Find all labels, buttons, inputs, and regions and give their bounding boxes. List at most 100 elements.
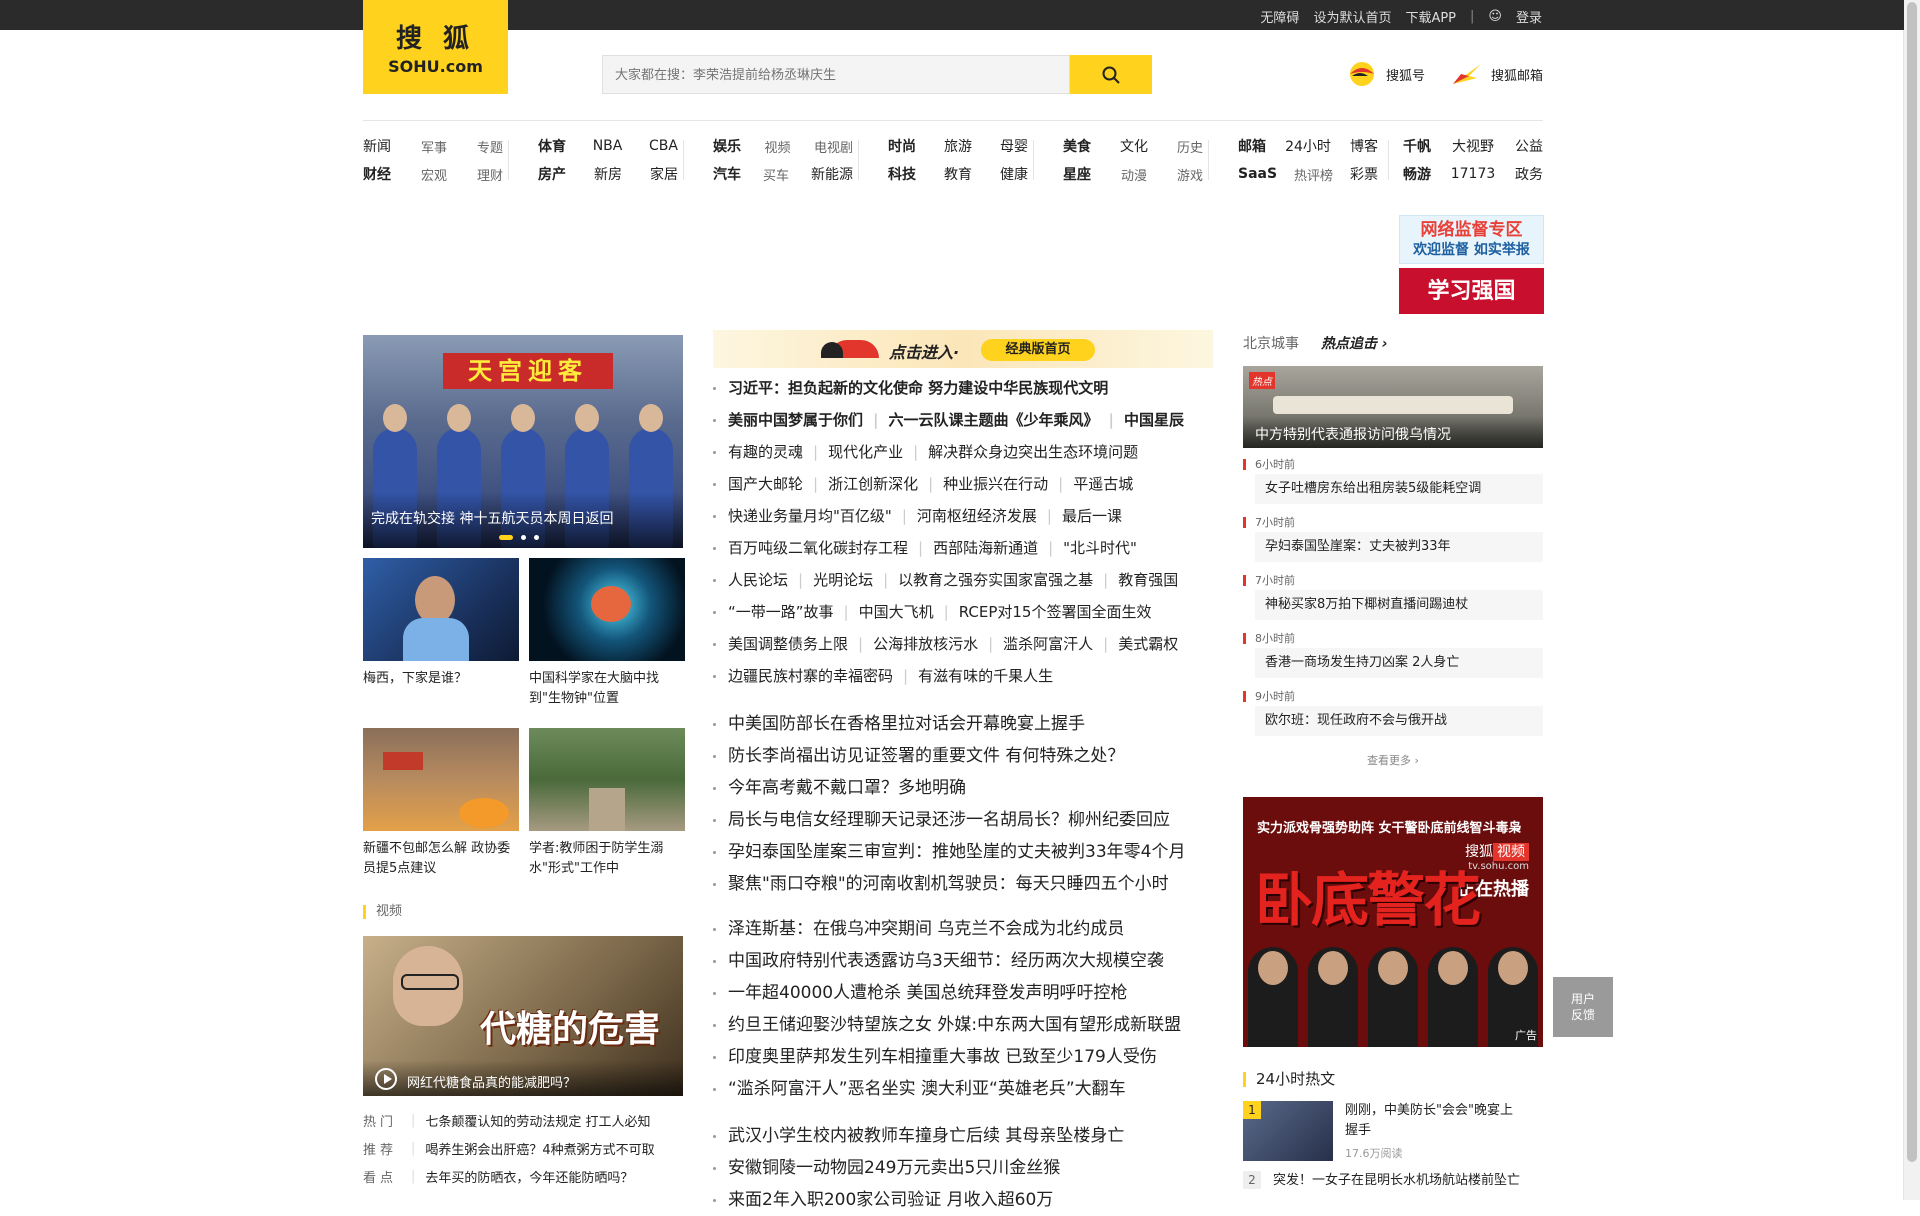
news-link[interactable]: 浙江创新深化 [828, 468, 918, 500]
news-link[interactable]: 中国星辰 [1124, 404, 1184, 436]
slider-dot[interactable] [499, 535, 513, 540]
nav-link[interactable]: 新闻 [363, 136, 391, 156]
nav-link[interactable]: 健康 [1000, 164, 1028, 184]
thumb-card[interactable]: 梅西，下家是谁？ [363, 558, 519, 689]
video-card[interactable]: 代糖的危害 网红代糖食品真的能减肥吗？ [363, 936, 683, 1096]
sohu-mail-link[interactable]: 搜狐邮箱 [1451, 60, 1543, 88]
nav-link[interactable]: 热评榜 [1294, 165, 1333, 184]
nav-link[interactable]: 军事 [421, 137, 447, 156]
user-feedback-button[interactable]: 用户 反馈 [1553, 977, 1613, 1037]
news-link[interactable]: 滥杀阿富汗人 [1003, 628, 1093, 660]
see-more-link[interactable]: 查看更多 › [1243, 752, 1543, 768]
sohu-logo[interactable]: 搜 狐 SOHU.com [363, 0, 508, 94]
slider-dots[interactable] [499, 535, 539, 540]
nav-link[interactable]: 新能源 [811, 164, 853, 184]
nav-link[interactable]: SaaS [1238, 166, 1277, 182]
thumb-card[interactable]: 中国科学家在大脑中找到"生物钟"位置 [529, 558, 685, 709]
news-link[interactable]: 有趣的灵魂 [728, 436, 803, 468]
news-link[interactable]: 防长李尚福出访见证签署的重要文件 有何特殊之处？ [728, 740, 1124, 772]
net-supervision-banner[interactable]: 网络监督专区 欢迎监督 如实举报 [1399, 215, 1544, 264]
classic-home-banner[interactable]: 点击进入· 经典版首页 [713, 330, 1213, 368]
timeline-item[interactable]: 7小时前 孕妇泰国坠崖案：丈夫被判33年 [1243, 514, 1543, 572]
news-link[interactable]: 美国调整债务上限 [728, 628, 848, 660]
download-app-link[interactable]: 下载APP [1405, 7, 1456, 26]
tv-drama-ad[interactable]: 实力派戏骨强势助阵 女干警卧底前线智斗毒枭 搜狐 视频 tv.sohu.com 正… [1243, 797, 1543, 1047]
nav-link[interactable]: 千帆 [1403, 136, 1431, 156]
nav-link[interactable]: 邮箱 [1238, 136, 1266, 156]
nav-link[interactable]: 宏观 [421, 165, 447, 184]
news-link[interactable]: 西部陆海新通道 [933, 532, 1038, 564]
nav-link[interactable]: NBA [593, 138, 623, 154]
news-link[interactable]: “滥杀阿富汗人”恶名坐实 澳大利亚“英雄老兵”大翻车 [728, 1073, 1126, 1105]
nav-link[interactable]: 家居 [650, 164, 678, 184]
nav-link[interactable]: 时尚 [888, 136, 916, 156]
news-link[interactable]: 国产大邮轮 [728, 468, 803, 500]
slider-dot[interactable] [534, 535, 539, 540]
news-link[interactable]: 今年高考戴不戴口罩？多地明确 [728, 772, 966, 804]
nav-link[interactable]: CBA [649, 138, 678, 154]
nav-link[interactable]: 美食 [1063, 136, 1091, 156]
news-link[interactable]: 河南枢纽经济发展 [917, 500, 1037, 532]
nav-link[interactable]: 历史 [1177, 137, 1203, 156]
news-link[interactable]: 光明论坛 [813, 564, 873, 596]
accessibility-link[interactable]: 无障碍 [1260, 7, 1299, 26]
news-link[interactable]: 印度奥里萨邦发生列车相撞重大事故 已致至少179人受伤 [728, 1041, 1157, 1073]
nav-link[interactable]: 体育 [538, 136, 566, 156]
page-scrollbar[interactable] [1903, 0, 1920, 1200]
news-link[interactable]: 习近平：担负起新的文化使命 努力建设中华民族现代文明 [728, 372, 1108, 404]
news-link[interactable]: 六一云队课主题曲《少年乘风》 [889, 404, 1099, 436]
news-link[interactable]: 泽连斯基：在俄乌冲突期间 乌克兰不会成为北约成员 [728, 913, 1124, 945]
hot24-item[interactable]: 2 突发！一女子在昆明长水机场航站楼前坠亡 [1243, 1171, 1543, 1191]
nav-link[interactable]: 财经 [363, 164, 391, 184]
news-link[interactable]: RCEP对15个签署国全面生效 [959, 596, 1152, 628]
focus-slider[interactable]: 天宫迎客 完成在轨交接 神十五航天员本周日返回 [363, 335, 683, 548]
nav-link[interactable]: 博客 [1350, 136, 1378, 156]
classic-home-button[interactable]: 经典版首页 [981, 339, 1095, 361]
news-link[interactable]: 美式霸权 [1118, 628, 1178, 660]
hot-link[interactable]: 喝养生粥会出肝癌？4种煮粥方式不可取 [425, 1139, 654, 1158]
timeline-item[interactable]: 8小时前 香港一商场发生持刀凶案 2人身亡 [1243, 630, 1543, 688]
thumb-card[interactable]: 新疆不包邮怎么解 政协委员提5点建议 [363, 728, 519, 879]
nav-link[interactable]: 24小时 [1285, 136, 1331, 156]
nav-link[interactable]: 政务 [1515, 164, 1543, 184]
nav-link[interactable]: 理财 [477, 165, 503, 184]
news-link[interactable]: 平遥古城 [1073, 468, 1133, 500]
news-link[interactable]: 解决群众身边突出生态环境问题 [928, 436, 1138, 468]
news-link[interactable]: 中国政府特别代表透露访乌3天细节：经历两次大规模空袭 [728, 945, 1164, 977]
news-link[interactable]: 安徽铜陵一动物园249万元卖出5只川金丝猴 [728, 1152, 1060, 1184]
news-link[interactable]: 边疆民族村寨的幸福密码 [728, 660, 893, 692]
scrollbar-thumb[interactable] [1907, 2, 1917, 1162]
news-link[interactable]: 中国大飞机 [859, 596, 934, 628]
nav-link[interactable]: 动漫 [1121, 165, 1147, 184]
nav-link[interactable]: 房产 [538, 164, 566, 184]
news-link[interactable]: 种业振兴在行动 [943, 468, 1048, 500]
news-link[interactable]: 一年超40000人遭枪杀 美国总统拜登发声明呼吁控枪 [728, 977, 1127, 1009]
login-link[interactable]: 登录 [1516, 7, 1542, 26]
tab-hot-chase[interactable]: 热点追击 › [1321, 333, 1388, 353]
news-link[interactable]: 来面2年入职200家公司验证 月收入超60万 [728, 1184, 1053, 1216]
hot-top-card[interactable]: 热点 中方特别代表通报访问俄乌情况 [1243, 366, 1543, 448]
hot-link[interactable]: 去年买的防晒衣，今年还能防晒吗？ [425, 1167, 633, 1186]
nav-link[interactable]: 文化 [1120, 136, 1148, 156]
nav-link[interactable]: 娱乐 [713, 136, 741, 156]
news-link[interactable]: 以教育之强夯实国家富强之基 [898, 564, 1093, 596]
nav-link[interactable]: 游戏 [1177, 165, 1203, 184]
nav-link[interactable]: 汽车 [713, 164, 741, 184]
timeline-item[interactable]: 9小时前 欧尔班：现任政府不会与俄开战 [1243, 688, 1543, 746]
tab-city[interactable]: 北京城事 [1243, 333, 1299, 353]
news-link[interactable]: 武汉小学生校内被教师车撞身亡后续 其母亲坠楼身亡 [728, 1120, 1124, 1152]
nav-link[interactable]: 专题 [477, 137, 503, 156]
play-icon[interactable] [375, 1068, 397, 1090]
nav-link[interactable]: 教育 [944, 164, 972, 184]
nav-link[interactable]: 新房 [594, 164, 622, 184]
nav-link[interactable]: 彩票 [1350, 164, 1378, 184]
news-link[interactable]: 局长与电信女经理聊天记录还涉一名胡局长？柳州纪委回应 [728, 804, 1170, 836]
nav-link[interactable]: 17173 [1451, 166, 1496, 182]
news-link[interactable]: 现代化产业 [828, 436, 903, 468]
news-link[interactable]: 中美国防部长在香格里拉对话会开幕晚宴上握手 [728, 708, 1085, 740]
timeline-item[interactable]: 6小时前 女子吐槽房东给出租房装5级能耗空调 [1243, 456, 1543, 514]
search-button[interactable] [1070, 55, 1152, 94]
set-home-link[interactable]: 设为默认首页 [1313, 7, 1391, 26]
news-link[interactable]: 孕妇泰国坠崖案三审宣判：推她坠崖的丈夫被判33年零4个月 [728, 836, 1185, 868]
search-input[interactable] [602, 55, 1070, 94]
